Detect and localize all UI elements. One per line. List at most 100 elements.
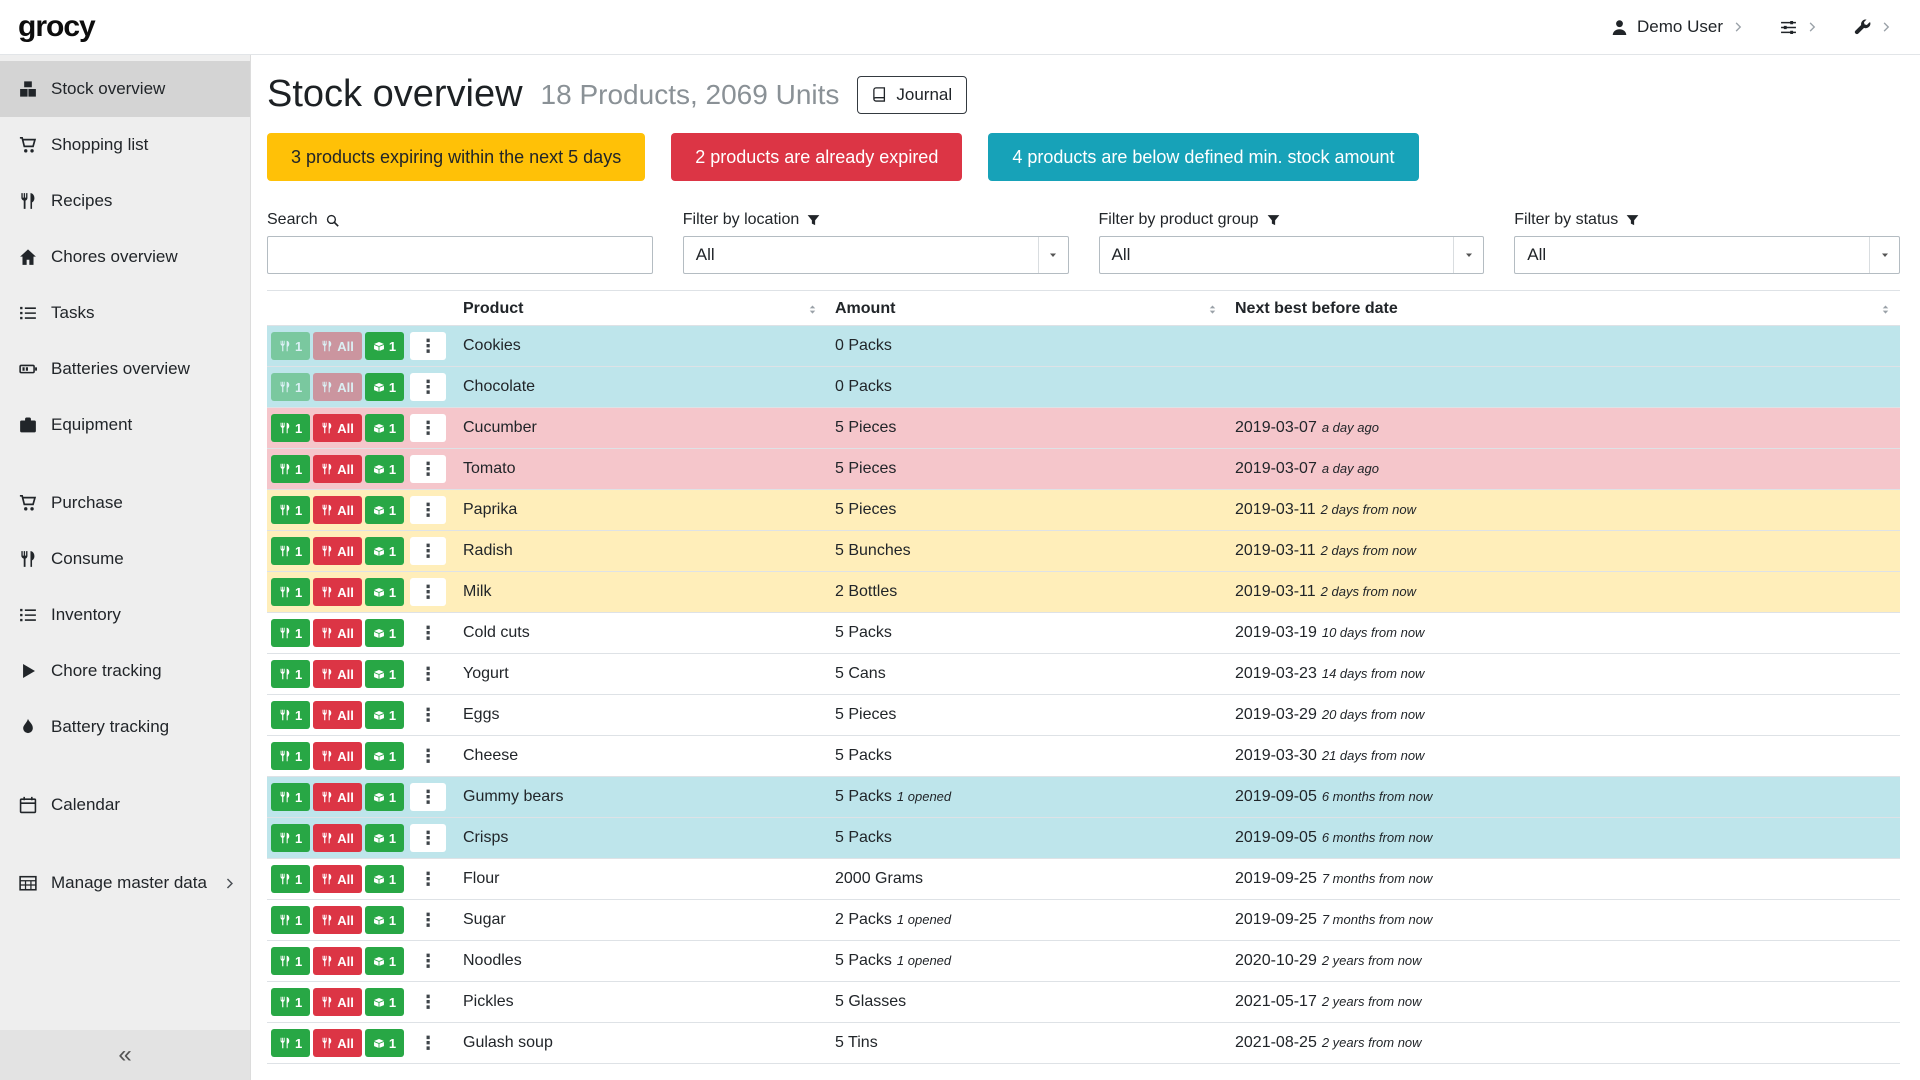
open-product-button[interactable]: 1 — [365, 783, 404, 811]
journal-button[interactable]: Journal — [857, 76, 967, 114]
consume-all-button[interactable]: All — [313, 660, 362, 688]
consume-one-button[interactable]: 1 — [271, 619, 310, 647]
open-product-button[interactable]: 1 — [365, 906, 404, 934]
consume-one-button[interactable]: 1 — [271, 947, 310, 975]
row-menu-button[interactable]: ⋮ — [410, 660, 446, 688]
sidebar-item-chore-tracking[interactable]: Chore tracking — [0, 643, 250, 699]
open-product-button[interactable]: 1 — [365, 455, 404, 483]
open-product-button[interactable]: 1 — [365, 496, 404, 524]
open-product-button[interactable]: 1 — [365, 373, 404, 401]
row-menu-button[interactable]: ⋮ — [410, 783, 446, 811]
consume-all-button[interactable]: All — [313, 332, 362, 360]
status-select[interactable]: All — [1514, 236, 1900, 274]
row-menu-button[interactable]: ⋮ — [410, 332, 446, 360]
open-product-button[interactable]: 1 — [365, 537, 404, 565]
open-product-button[interactable]: 1 — [365, 824, 404, 852]
consume-one-button[interactable]: 1 — [271, 332, 310, 360]
consume-all-button[interactable]: All — [313, 742, 362, 770]
admin-menu[interactable] — [1854, 19, 1892, 36]
sidebar-item-purchase[interactable]: Purchase — [0, 475, 250, 531]
column-header-next-best-before-date[interactable]: Next best before date — [1227, 291, 1900, 326]
sidebar-item-chores-overview[interactable]: Chores overview — [0, 229, 250, 285]
consume-all-button[interactable]: All — [313, 1029, 362, 1057]
open-product-button[interactable]: 1 — [365, 660, 404, 688]
expiring-soon-button[interactable]: 3 products expiring within the next 5 da… — [267, 133, 645, 181]
consume-all-button[interactable]: All — [313, 906, 362, 934]
open-product-button[interactable]: 1 — [365, 1029, 404, 1057]
expired-products-button[interactable]: 2 products are already expired — [671, 133, 962, 181]
consume-one-button[interactable]: 1 — [271, 537, 310, 565]
row-menu-button[interactable]: ⋮ — [410, 537, 446, 565]
sidebar-item-batteries-overview[interactable]: Batteries overview — [0, 341, 250, 397]
consume-one-button[interactable]: 1 — [271, 783, 310, 811]
consume-one-button[interactable]: 1 — [271, 701, 310, 729]
open-product-button[interactable]: 1 — [365, 578, 404, 606]
location-select[interactable]: All — [683, 236, 1069, 274]
consume-all-button[interactable]: All — [313, 619, 362, 647]
row-menu-button[interactable]: ⋮ — [410, 701, 446, 729]
sidebar-collapse-button[interactable]: « — [0, 1030, 250, 1080]
row-menu-button[interactable]: ⋮ — [410, 578, 446, 606]
sidebar-item-inventory[interactable]: Inventory — [0, 587, 250, 643]
sidebar-item-tasks[interactable]: Tasks — [0, 285, 250, 341]
consume-all-button[interactable]: All — [313, 414, 362, 442]
consume-all-button[interactable]: All — [313, 947, 362, 975]
row-menu-button[interactable]: ⋮ — [410, 414, 446, 442]
open-product-button[interactable]: 1 — [365, 332, 404, 360]
row-menu-button[interactable]: ⋮ — [410, 947, 446, 975]
consume-one-button[interactable]: 1 — [271, 742, 310, 770]
consume-one-button[interactable]: 1 — [271, 455, 310, 483]
sidebar-item-stock-overview[interactable]: Stock overview — [0, 61, 250, 117]
consume-all-button[interactable]: All — [313, 824, 362, 852]
row-menu-button[interactable]: ⋮ — [410, 824, 446, 852]
consume-all-button[interactable]: All — [313, 373, 362, 401]
consume-all-button[interactable]: All — [313, 496, 362, 524]
consume-one-button[interactable]: 1 — [271, 824, 310, 852]
row-menu-button[interactable]: ⋮ — [410, 496, 446, 524]
sidebar-item-equipment[interactable]: Equipment — [0, 397, 250, 453]
below-min-stock-button[interactable]: 4 products are below defined min. stock … — [988, 133, 1418, 181]
search-input[interactable] — [267, 236, 653, 274]
row-menu-button[interactable]: ⋮ — [410, 619, 446, 647]
consume-all-button[interactable]: All — [313, 578, 362, 606]
product-group-select[interactable]: All — [1099, 236, 1485, 274]
row-menu-button[interactable]: ⋮ — [410, 742, 446, 770]
user-menu[interactable]: Demo User — [1611, 17, 1744, 37]
open-product-button[interactable]: 1 — [365, 988, 404, 1016]
consume-all-button[interactable]: All — [313, 783, 362, 811]
row-menu-button[interactable]: ⋮ — [410, 865, 446, 893]
open-product-button[interactable]: 1 — [365, 947, 404, 975]
stock-settings-menu[interactable] — [1780, 19, 1818, 36]
consume-all-button[interactable]: All — [313, 988, 362, 1016]
row-menu-button[interactable]: ⋮ — [410, 1029, 446, 1057]
sidebar-item-calendar[interactable]: Calendar — [0, 777, 250, 833]
consume-all-button[interactable]: All — [313, 701, 362, 729]
row-menu-button[interactable]: ⋮ — [410, 988, 446, 1016]
consume-one-button[interactable]: 1 — [271, 988, 310, 1016]
consume-one-button[interactable]: 1 — [271, 906, 310, 934]
consume-all-button[interactable]: All — [313, 455, 362, 483]
consume-one-button[interactable]: 1 — [271, 1029, 310, 1057]
row-menu-button[interactable]: ⋮ — [410, 906, 446, 934]
sidebar-item-battery-tracking[interactable]: Battery tracking — [0, 699, 250, 755]
open-product-button[interactable]: 1 — [365, 619, 404, 647]
consume-one-button[interactable]: 1 — [271, 578, 310, 606]
sidebar-item-recipes[interactable]: Recipes — [0, 173, 250, 229]
open-product-button[interactable]: 1 — [365, 742, 404, 770]
consume-one-button[interactable]: 1 — [271, 660, 310, 688]
sidebar-item-consume[interactable]: Consume — [0, 531, 250, 587]
consume-all-button[interactable]: All — [313, 865, 362, 893]
column-header-amount[interactable]: Amount — [827, 291, 1227, 326]
open-product-button[interactable]: 1 — [365, 414, 404, 442]
consume-all-button[interactable]: All — [313, 537, 362, 565]
grocy-logo[interactable]: grocy — [18, 10, 95, 44]
sidebar-item-shopping-list[interactable]: Shopping list — [0, 117, 250, 173]
row-menu-button[interactable]: ⋮ — [410, 373, 446, 401]
column-header-product[interactable]: Product — [455, 291, 827, 326]
row-menu-button[interactable]: ⋮ — [410, 455, 446, 483]
sidebar-item-manage-master-data[interactable]: Manage master data — [0, 855, 250, 911]
consume-one-button[interactable]: 1 — [271, 414, 310, 442]
open-product-button[interactable]: 1 — [365, 701, 404, 729]
consume-one-button[interactable]: 1 — [271, 865, 310, 893]
consume-one-button[interactable]: 1 — [271, 373, 310, 401]
